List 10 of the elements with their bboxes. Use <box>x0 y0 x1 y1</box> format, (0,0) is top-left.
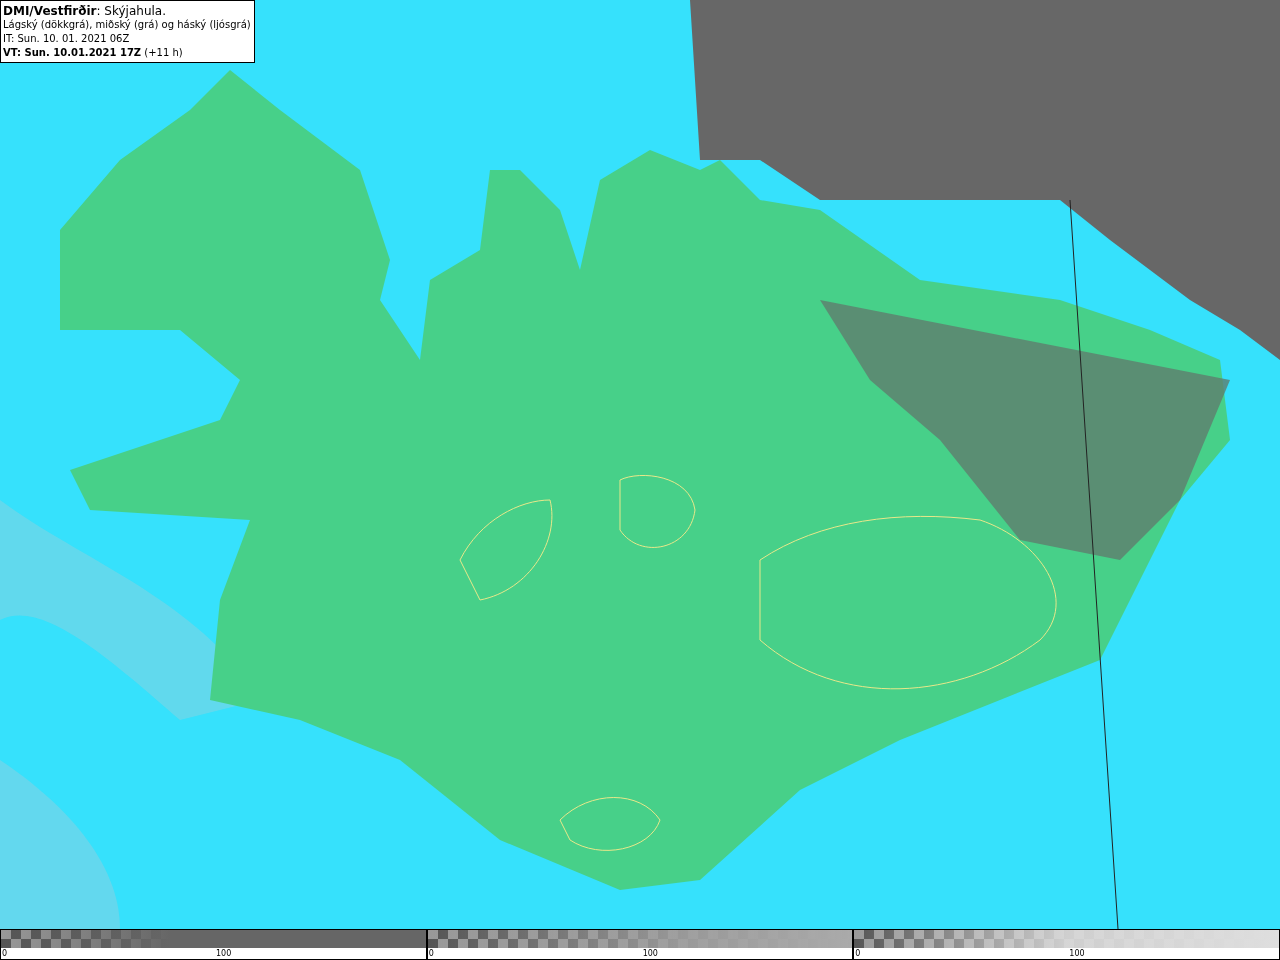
scale-label: 100 <box>215 948 232 959</box>
scale-label: 0 <box>2 948 8 959</box>
legend-text: VT: Sun. 10.01.2021 17Z (+11 h) <box>3 46 184 60</box>
scale-label: 0 <box>428 948 434 959</box>
legend-text: Lágský (dökkgrá), miðský (grá) og háský (ljósgrá) <box>3 18 251 32</box>
scale-label: 100 <box>642 948 658 959</box>
legend-text: DMI/Vestfirðir: Skýjahula. <box>3 4 167 18</box>
scale-label: 100 <box>1069 948 1085 959</box>
legend-text: IT: Sun. 10. 01. 2021 06Z <box>3 32 131 46</box>
scale-label: 0 <box>855 948 861 959</box>
